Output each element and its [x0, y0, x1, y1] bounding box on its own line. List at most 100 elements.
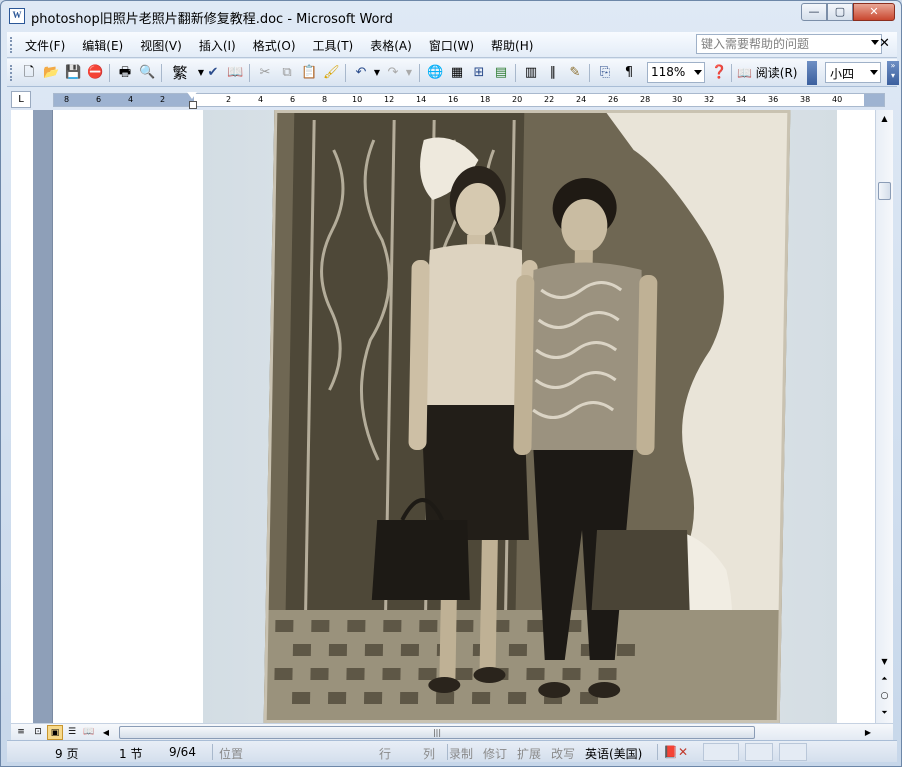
toolbar-options-icon[interactable] — [807, 61, 817, 85]
document-map-icon[interactable]: ✎ — [567, 65, 583, 81]
hyperlink-icon[interactable]: 🌐 — [427, 65, 443, 81]
reading-layout-view-icon[interactable]: 📖 — [81, 725, 97, 740]
spelling-icon[interactable]: ✔ — [205, 65, 221, 81]
vertical-scrollbar[interactable]: ▲ ▼ ⏶ ○ ⏷ — [875, 110, 893, 723]
toolbar-separator — [731, 64, 732, 82]
title-bar[interactable]: W photoshop旧照片老照片翻新修复教程.doc - Microsoft … — [1, 1, 901, 31]
status-language[interactable]: 英语(美国) — [585, 745, 642, 762]
vertical-ruler[interactable] — [33, 110, 53, 723]
status-overwrite[interactable]: 改写 — [551, 745, 575, 762]
insert-table-icon[interactable]: ⊞ — [471, 65, 487, 81]
status-line: 行 — [379, 747, 392, 761]
help-icon[interactable]: ❓ — [711, 65, 727, 81]
show-hide-icon[interactable]: ¶ — [621, 65, 637, 81]
first-line-indent-marker[interactable] — [187, 92, 197, 99]
font-size-dropdown-icon[interactable] — [870, 70, 878, 75]
menu-file[interactable]: 文件(F) — [25, 37, 65, 54]
menu-tools[interactable]: 工具(T) — [313, 37, 354, 54]
traditional-chinese-button[interactable]: 繁 — [169, 65, 191, 81]
print-icon[interactable]: 🖶 — [117, 65, 133, 81]
permission-icon[interactable]: ⛔ — [87, 65, 103, 81]
help-question-input[interactable] — [697, 35, 857, 53]
menu-edit[interactable]: 编辑(E) — [82, 37, 123, 54]
ruler-number: 36 — [768, 95, 779, 104]
drawing-icon[interactable]: ∥ — [545, 65, 561, 81]
new-document-icon[interactable]: 🗋 — [21, 65, 37, 81]
minimize-button[interactable]: — — [801, 3, 827, 21]
document-page[interactable] — [53, 107, 875, 726]
ruler-number: 30 — [672, 95, 683, 104]
print-layout-view-icon[interactable]: ▣ — [47, 725, 63, 740]
toolbar-separator — [249, 64, 250, 82]
horizontal-ruler-row: L 8 6 4 2 2 4 6 8 10 12 14 16 18 20 22 2… — [11, 91, 891, 109]
scroll-up-icon[interactable]: ▲ — [876, 110, 893, 127]
previous-page-icon[interactable]: ⏶ — [876, 672, 893, 686]
old-photograph-image[interactable] — [260, 107, 794, 726]
ruler-number: 26 — [608, 95, 619, 104]
undo-icon[interactable]: ↶ — [353, 65, 369, 81]
zoom-select[interactable]: 118% — [647, 62, 705, 83]
paste-icon[interactable]: 📋 — [301, 65, 317, 81]
ruler-number: 38 — [800, 95, 811, 104]
font-size-select[interactable]: 小四 — [825, 62, 881, 83]
document-area[interactable] — [11, 107, 875, 726]
select-browse-object-icon[interactable]: ○ — [876, 689, 893, 703]
scroll-right-icon[interactable]: ▶ — [861, 725, 875, 740]
tab-selector[interactable]: L — [11, 91, 31, 108]
font-size-value: 小四 — [830, 67, 855, 81]
save-disk-icon[interactable]: 💾 — [65, 65, 81, 81]
columns-icon[interactable]: ▥ — [523, 65, 539, 81]
menu-format[interactable]: 格式(O) — [253, 37, 296, 54]
horizontal-scroll-thumb[interactable]: ||| — [119, 726, 755, 739]
status-empty-box — [745, 743, 773, 761]
status-record[interactable]: 录制 — [449, 745, 473, 762]
menu-window[interactable]: 窗口(W) — [429, 37, 474, 54]
tables-borders-icon[interactable]: ▦ — [449, 65, 465, 81]
web-layout-view-icon[interactable]: ⊡ — [30, 725, 46, 740]
research-icon[interactable]: 📖 — [227, 65, 243, 81]
word-app-icon[interactable]: W — [9, 8, 25, 24]
insert-excel-icon[interactable]: ▤ — [493, 65, 509, 81]
zoom-dropdown-icon[interactable] — [694, 70, 702, 75]
close-button[interactable]: ✕ — [853, 3, 895, 21]
menu-insert[interactable]: 插入(I) — [199, 37, 236, 54]
undo-dropdown-icon[interactable]: ▼ — [369, 65, 385, 81]
spelling-status-icon[interactable]: 📕✕ — [663, 745, 688, 759]
menu-table[interactable]: 表格(A) — [370, 37, 412, 54]
cut-icon[interactable]: ✂ — [257, 65, 273, 81]
vertical-scroll-thumb[interactable] — [878, 182, 891, 200]
status-revision[interactable]: 修订 — [483, 745, 507, 762]
ruler-numbers: 8 6 4 2 2 4 6 8 10 12 14 16 18 20 22 24 … — [54, 94, 884, 106]
status-extend[interactable]: 扩展 — [517, 745, 541, 762]
redo-dropdown-icon[interactable]: ▼ — [401, 65, 417, 81]
help-dropdown-icon[interactable] — [871, 40, 879, 45]
toolbar-separator — [515, 64, 516, 82]
menu-grip-icon[interactable] — [10, 37, 13, 53]
menu-items: 文件(F) 编辑(E) 视图(V) 插入(I) 格式(O) 工具(T) 表格(A… — [25, 37, 550, 54]
menu-view[interactable]: 视图(V) — [140, 37, 182, 54]
print-preview-icon[interactable]: 🔍 — [139, 65, 155, 81]
normal-view-icon[interactable]: ≡ — [13, 725, 29, 740]
next-page-icon[interactable]: ⏷ — [876, 706, 893, 720]
document-close-button[interactable]: ✕ — [879, 36, 890, 51]
open-folder-icon[interactable]: 📂 — [43, 65, 59, 81]
read-mode-button[interactable]: 📖 阅读(R) — [737, 64, 797, 81]
scroll-down-icon[interactable]: ▼ — [876, 655, 893, 669]
ruler-number: 6 — [96, 95, 102, 104]
format-painter-icon[interactable]: 🖌 — [323, 65, 340, 81]
document-map-view-icon[interactable]: ⎘ — [597, 65, 613, 81]
toolbar-grip-icon[interactable] — [10, 65, 13, 81]
redo-icon[interactable]: ↷ — [385, 65, 401, 81]
menu-help[interactable]: 帮助(H) — [491, 37, 533, 54]
ruler-number: 16 — [448, 95, 459, 104]
scroll-left-icon[interactable]: ◀ — [99, 725, 113, 740]
outline-view-icon[interactable]: ☰ — [64, 725, 80, 740]
toolbar-separator — [589, 64, 590, 82]
toolbar-overflow-icon[interactable]: » ▾ — [887, 61, 899, 85]
maximize-button[interactable]: ▢ — [827, 3, 853, 21]
menu-bar: 文件(F) 编辑(E) 视图(V) 插入(I) 格式(O) 工具(T) 表格(A… — [7, 32, 897, 58]
help-question-box[interactable] — [696, 34, 882, 54]
copy-icon[interactable]: ⧉ — [279, 65, 295, 81]
horizontal-ruler[interactable]: 8 6 4 2 2 4 6 8 10 12 14 16 18 20 22 24 … — [53, 93, 885, 107]
left-indent-marker[interactable] — [189, 101, 197, 109]
